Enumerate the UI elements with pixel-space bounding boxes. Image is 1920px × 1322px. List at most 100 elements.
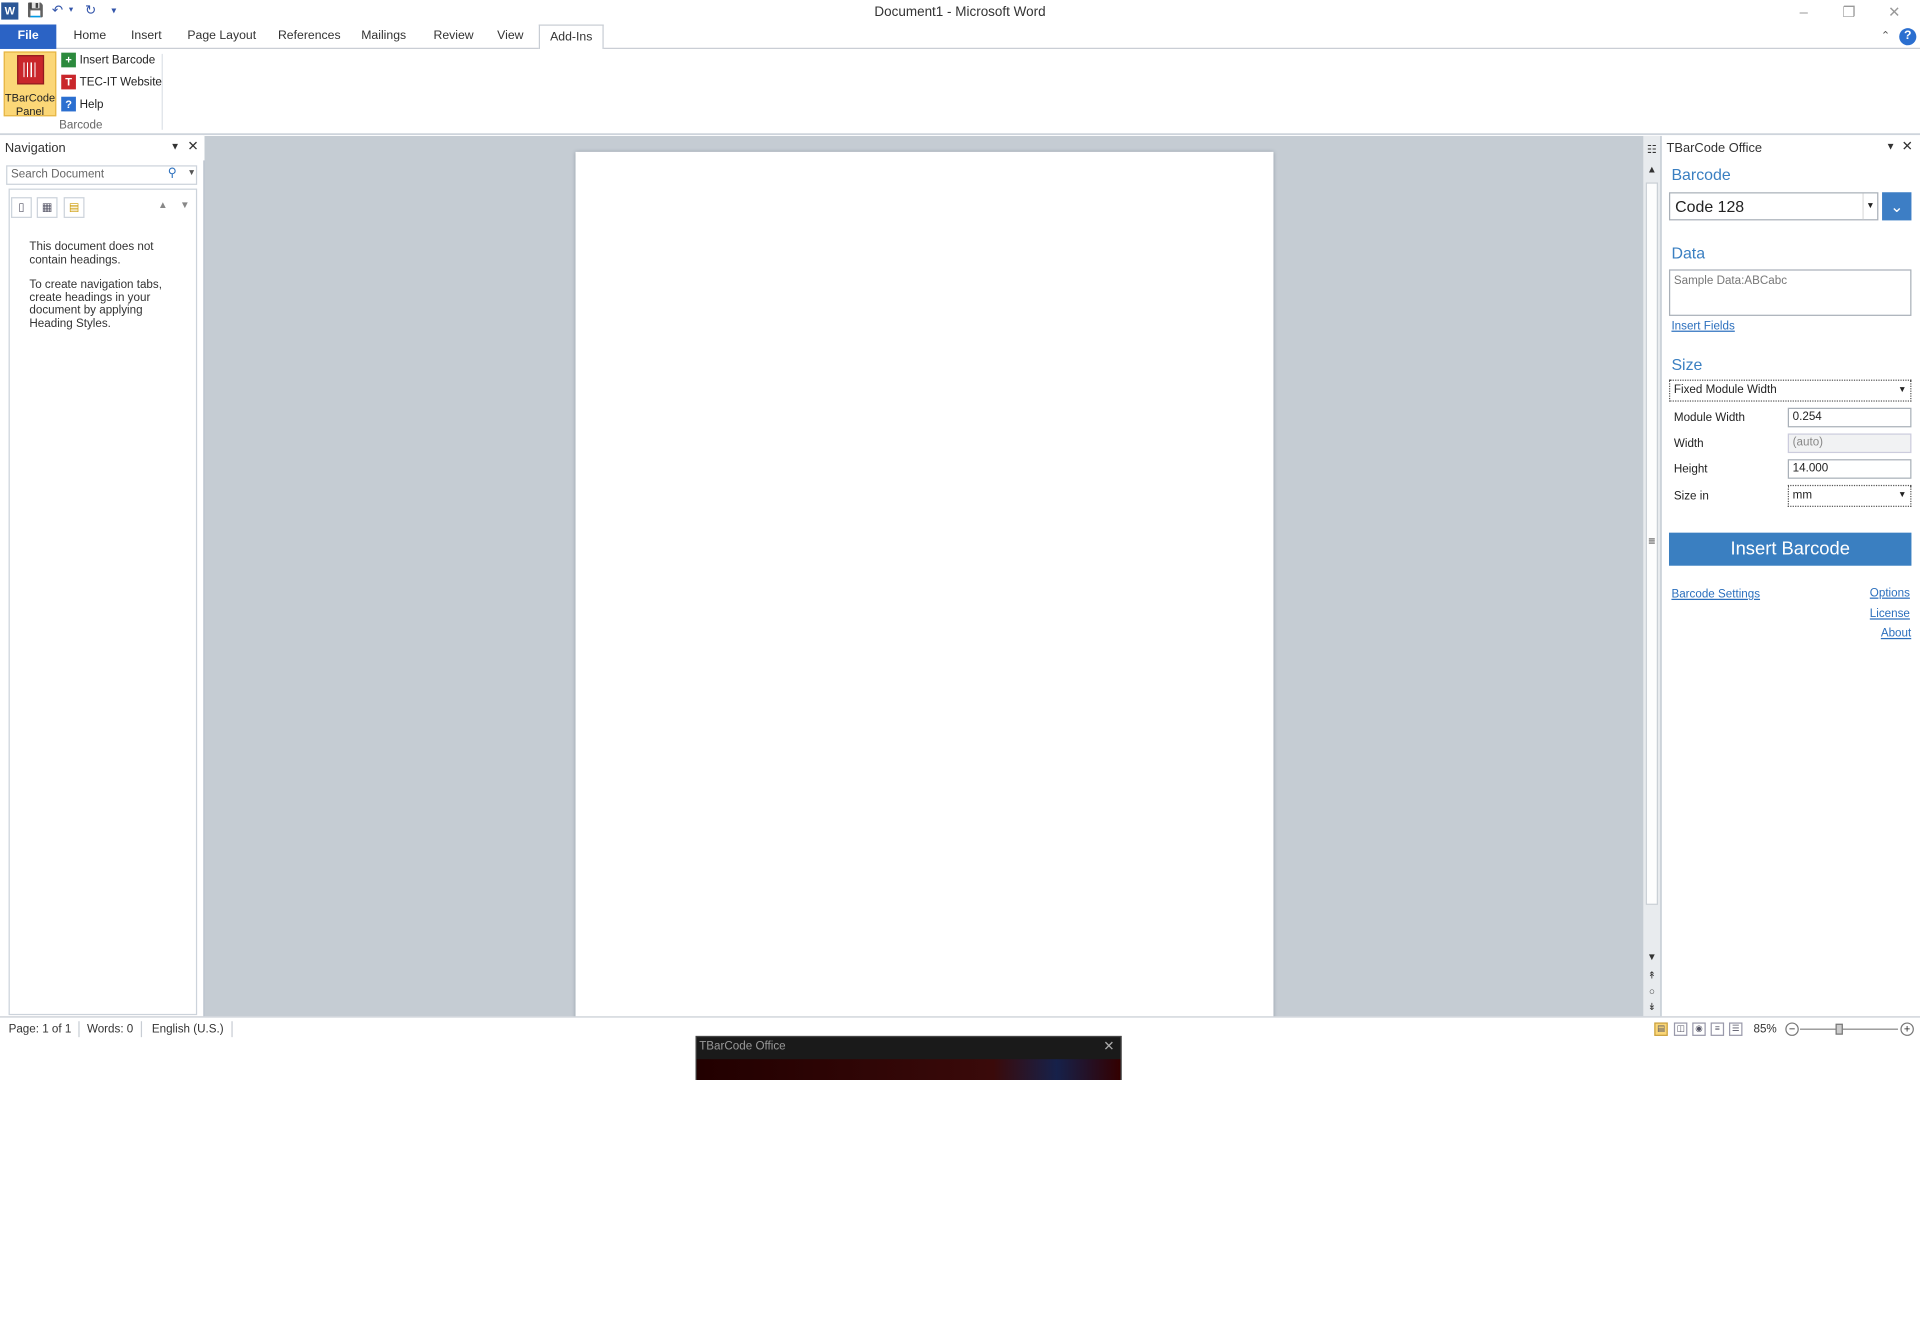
tbarcode-office-panel: TBarCode Office ▼ ✕ Barcode Code 128 ▼ ⌄… bbox=[1660, 135, 1920, 1017]
width-input: (auto) bbox=[1787, 433, 1912, 454]
insert-barcode-item[interactable]: + Insert Barcode bbox=[61, 51, 155, 71]
word-count[interactable]: Words: 0 bbox=[80, 1021, 142, 1038]
options-link[interactable]: Options bbox=[1870, 587, 1910, 600]
ruler-toggle-icon[interactable]: ☷ bbox=[1645, 142, 1660, 157]
insert-barcode-button[interactable]: Insert Barcode bbox=[1668, 532, 1912, 566]
chevron-down-icon: ⌄ bbox=[1890, 197, 1904, 216]
plus-icon: + bbox=[61, 53, 76, 68]
tec-it-logo-icon: T bbox=[61, 75, 76, 90]
title-bar: W 💾 ↶ ▾ ↻ ▾ Document1 - Microsoft Word –… bbox=[0, 0, 1920, 25]
tab-add-ins[interactable]: Add-Ins bbox=[538, 24, 604, 51]
print-layout-icon[interactable]: ▤ bbox=[1654, 1022, 1668, 1036]
tab-insert[interactable]: Insert bbox=[121, 24, 171, 48]
next-page-icon[interactable]: ↡ bbox=[1645, 1000, 1660, 1015]
tab-mailings[interactable]: Mailings bbox=[351, 24, 416, 48]
document-page[interactable] bbox=[575, 151, 1274, 1022]
tab-view[interactable]: View bbox=[487, 24, 533, 48]
zoom-slider-handle[interactable] bbox=[1835, 1023, 1843, 1035]
window-title: Document1 - Microsoft Word bbox=[874, 4, 1046, 20]
restore-button[interactable]: ❐ bbox=[1831, 2, 1868, 22]
help-icon[interactable]: ? bbox=[1899, 28, 1917, 46]
module-width-label: Module Width bbox=[1673, 411, 1746, 425]
module-width-input[interactable]: 0.254 bbox=[1787, 407, 1912, 428]
size-unit-select[interactable]: mm ▼ bbox=[1787, 484, 1912, 507]
tab-review[interactable]: Review bbox=[424, 24, 484, 48]
pages-tab-icon[interactable]: ▦ bbox=[36, 197, 58, 218]
size-section-title: Size bbox=[1671, 355, 1703, 374]
barcode-section-title: Barcode bbox=[1671, 165, 1731, 184]
barcode-settings-link[interactable]: Barcode Settings bbox=[1671, 588, 1760, 601]
previous-arrow-icon[interactable]: ▲ bbox=[158, 200, 168, 211]
help-label: Help bbox=[79, 97, 104, 112]
chevron-down-icon: ▼ bbox=[1898, 385, 1907, 395]
search-options-icon[interactable]: ▼ bbox=[187, 169, 195, 178]
tab-page-layout[interactable]: Page Layout bbox=[178, 24, 266, 48]
tbarcode-popup-window[interactable]: TBarCode Office ✕ bbox=[695, 1035, 1122, 1081]
headings-tab-icon[interactable]: ▯ bbox=[11, 197, 32, 218]
web-layout-icon[interactable]: ◉ bbox=[1692, 1022, 1706, 1036]
minimize-ribbon-icon[interactable]: ⌃ bbox=[1881, 29, 1890, 42]
zoom-in-icon[interactable]: + bbox=[1900, 1022, 1914, 1036]
tab-references[interactable]: References bbox=[268, 24, 350, 48]
width-label: Width bbox=[1673, 437, 1704, 451]
tec-it-website-label: TEC-IT Website bbox=[79, 75, 162, 90]
panel-options-icon[interactable]: ▼ bbox=[1886, 141, 1896, 152]
search-icon[interactable]: ⚲ bbox=[168, 167, 177, 180]
size-mode-select[interactable]: Fixed Module Width ▼ bbox=[1668, 379, 1912, 402]
full-screen-reading-icon[interactable]: ◫ bbox=[1673, 1022, 1688, 1036]
navigation-pane: Navigation ▼ ✕ Search Document ⚲ ▼ ▯ ▦ ▤… bbox=[0, 135, 205, 1017]
scroll-down-icon[interactable]: ▼ bbox=[1645, 950, 1660, 965]
popup-close-icon[interactable]: ✕ bbox=[1103, 1038, 1114, 1055]
browse-object-icon[interactable]: ○ bbox=[1645, 984, 1660, 999]
barcode-type-dropdown-button[interactable]: ⌄ bbox=[1882, 192, 1912, 221]
vertical-scrollbar[interactable]: ☷ ▲ ≡ ▼ ↟ ○ ↡ bbox=[1643, 135, 1661, 1017]
popup-title: TBarCode Office bbox=[699, 1039, 786, 1054]
barcode-type-value: Code 128 bbox=[1675, 197, 1745, 216]
tbarcode-panel-button[interactable]: TBarCode Panel bbox=[3, 51, 57, 118]
about-link[interactable]: About bbox=[1881, 627, 1911, 640]
barcode-type-select[interactable]: Code 128 ▼ bbox=[1668, 192, 1879, 221]
close-window-button[interactable]: ✕ bbox=[1876, 2, 1913, 22]
scroll-grip-icon: ≡ bbox=[1648, 535, 1656, 549]
ribbon: TBarCode Panel + Insert Barcode T TEC-IT W… bbox=[0, 48, 1920, 135]
zoom-out-icon[interactable]: − bbox=[1785, 1022, 1799, 1036]
results-tab-icon[interactable]: ▤ bbox=[63, 197, 85, 218]
panel-close-icon[interactable]: ✕ bbox=[1902, 138, 1913, 155]
insert-barcode-label: Insert Barcode bbox=[79, 53, 156, 68]
no-headings-message: This document does not contain headings.… bbox=[29, 240, 188, 331]
height-label: Height bbox=[1673, 462, 1708, 477]
group-separator bbox=[161, 53, 163, 130]
language-indicator[interactable]: English (U.S.) bbox=[144, 1021, 233, 1038]
height-input[interactable]: 14.000 bbox=[1787, 459, 1912, 479]
license-link[interactable]: License bbox=[1870, 607, 1910, 620]
question-icon: ? bbox=[61, 97, 76, 113]
barcode-data-input[interactable]: Sample Data:ABCabc bbox=[1668, 269, 1912, 316]
message-line-2: To create navigation tabs, create headin… bbox=[29, 277, 162, 331]
outline-icon[interactable]: ≡ bbox=[1710, 1022, 1725, 1036]
size-unit-value: mm bbox=[1792, 488, 1813, 503]
minimize-button[interactable]: – bbox=[1785, 2, 1822, 22]
draft-icon[interactable]: ☰ bbox=[1728, 1022, 1743, 1036]
tab-home[interactable]: Home bbox=[64, 24, 116, 48]
ribbon-group-label: Barcode bbox=[59, 118, 103, 133]
chevron-down-icon: ▼ bbox=[1898, 491, 1907, 500]
insert-fields-link[interactable]: Insert Fields bbox=[1671, 320, 1734, 333]
message-line-1: This document does not contain headings. bbox=[29, 240, 154, 267]
popup-content bbox=[696, 1059, 1121, 1081]
scroll-up-icon[interactable]: ▲ bbox=[1645, 163, 1660, 178]
zoom-slider[interactable] bbox=[1800, 1028, 1898, 1030]
tbarcode-panel-label: TBarCode bbox=[4, 91, 56, 105]
pane-options-icon[interactable]: ▼ bbox=[170, 141, 180, 152]
data-section-title: Data bbox=[1671, 243, 1706, 263]
close-icon[interactable]: ✕ bbox=[187, 138, 198, 155]
tec-it-website-item[interactable]: T TEC-IT Website bbox=[61, 73, 162, 93]
zoom-level[interactable]: 85% bbox=[1753, 1022, 1776, 1035]
previous-page-icon[interactable]: ↟ bbox=[1645, 969, 1660, 984]
tab-file[interactable]: File bbox=[0, 24, 57, 49]
next-arrow-icon[interactable]: ▼ bbox=[180, 200, 190, 211]
panel-title: TBarCode Office bbox=[1666, 140, 1763, 156]
page-count[interactable]: Page: 1 of 1 bbox=[1, 1021, 80, 1038]
size-mode-value: Fixed Module Width bbox=[1673, 383, 1777, 397]
help-item[interactable]: ? Help bbox=[61, 96, 104, 116]
barcode-icon bbox=[17, 55, 45, 85]
